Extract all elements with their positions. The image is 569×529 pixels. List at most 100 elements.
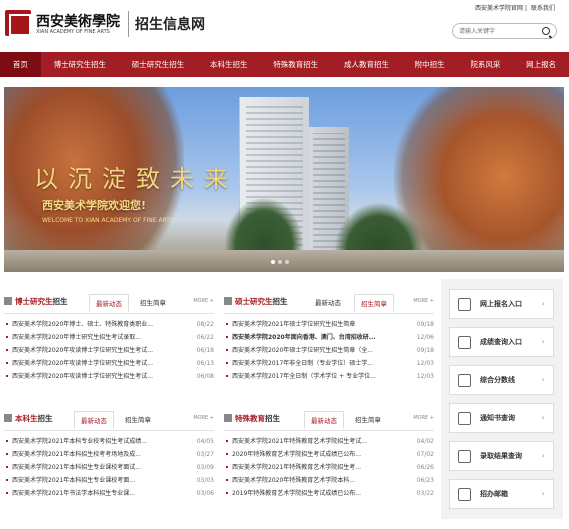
more-link[interactable]: MORE + (413, 298, 434, 304)
panel-title: 硕士研究生招生 (235, 297, 288, 306)
list-item[interactable]: 西安美术学院2020年面向香港、澳门、台湾招收研... 12/06 (224, 331, 434, 344)
list-item[interactable]: 西安美术学院2021年本科招生专业课校考面试... 03/09 (4, 461, 214, 474)
list-item[interactable]: 西安美术学院2020年博士研究生招生考试录取... 06/22 (4, 331, 214, 344)
nav-home[interactable]: 首页 (0, 52, 41, 77)
tab-admission-guide[interactable]: 招生简章 (354, 294, 394, 312)
hero-banner[interactable]: 以沉淀致未来 西安美术学院欢迎您! WELCOME TO XIAN ACADEM… (4, 87, 564, 272)
admission-result-button[interactable]: 录取结果查询 › (449, 441, 554, 471)
bullet-icon (6, 440, 8, 442)
list-item[interactable]: 2020年特殊教育艺术学院招生考试成绩已公布... 07/02 (224, 448, 434, 461)
list-item[interactable]: 西安美术学院2020年博士、硕士、特殊教育类职业... 08/22 (4, 318, 214, 331)
banner-welcome-en: WELCOME TO XIAN ACADEMY OF FINE ARTS (42, 217, 174, 224)
top-links: 西安美术学院官网 | 联系我们 (475, 5, 555, 12)
nav-master-admission[interactable]: 硕士研究生招生 (119, 52, 197, 77)
site-title[interactable]: 招生信息网 (135, 14, 205, 34)
panel-title: 博士研究生招生 (15, 297, 68, 306)
panel-header: 硕士研究生招生 最新动态 招生简章 MORE + (224, 292, 434, 314)
carousel-dot[interactable] (285, 260, 289, 264)
list-item[interactable]: 西安美术学院2021年本科招生校考考场地及成... 03/27 (4, 448, 214, 461)
news-list: 西安美术学院2021年特殊教育艺术学院招生考试... 04/02 2020年特殊教… (224, 435, 434, 500)
more-link[interactable]: MORE + (193, 415, 214, 421)
phd-panel: 博士研究生招生 最新动态 招生简章 MORE + 西安美术学院2020年博士、硕… (4, 292, 214, 412)
percent-icon (458, 374, 471, 387)
bullet-icon (226, 323, 228, 325)
special-education-panel: 特殊教育招生 最新动态 招生简章 MORE + 西安美术学院2021年特殊教育艺… (224, 409, 434, 529)
search-box (452, 23, 557, 39)
bullet-icon (6, 336, 8, 338)
nav-online-registration[interactable]: 网上报名 (513, 52, 569, 77)
chevron-right-icon: › (541, 489, 545, 498)
more-link[interactable]: MORE + (193, 298, 214, 304)
list-item[interactable]: 西安美术学院2021年特殊教育艺术学院招生考试... 04/02 (224, 435, 434, 448)
list-item[interactable]: 西安美术学院2021年书法学本科招生专业课... 03/06 (4, 487, 214, 500)
list-item[interactable]: 西安美术学院2020年攻读博士学位研究生招生考试... 06/18 (4, 344, 214, 357)
bullet-icon (226, 336, 228, 338)
nav-special-education[interactable]: 特殊教育招生 (260, 52, 331, 77)
nav-phd-admission[interactable]: 博士研究生招生 (41, 52, 119, 77)
search-icon[interactable] (542, 27, 550, 35)
nav-departments[interactable]: 院系风采 (458, 52, 514, 77)
quick-links-sidebar: 网上报名入口 › 成绩查询入口 › 综合分数线 › 通知书查询 › 录取结果查询 › 招办… (441, 279, 563, 519)
bullet-icon (226, 466, 228, 468)
online-registration-button[interactable]: 网上报名入口 › (449, 289, 554, 319)
bullet-icon (6, 323, 8, 325)
chevron-right-icon: › (541, 375, 545, 384)
bullet-icon (6, 479, 8, 481)
search-input[interactable] (459, 26, 535, 37)
chevron-right-icon: › (541, 299, 545, 308)
list-icon (4, 297, 12, 305)
list-item[interactable]: 西安美术学院2021年本科招生专业课校考面... 03/03 (4, 474, 214, 487)
user-search-icon (458, 450, 471, 463)
list-item[interactable]: 西安美术学院2020年特殊教育艺术学院本科... 06/23 (224, 474, 434, 487)
nav-affiliated-school[interactable]: 附中招生 (402, 52, 458, 77)
mail-icon (458, 488, 471, 501)
list-item[interactable]: 西安美术学院2017年全日制（学术学位 + 专业学位... 12/03 (224, 370, 434, 383)
tab-latest-news[interactable]: 最新动态 (89, 294, 129, 312)
nav-undergrad-admission[interactable]: 本科生招生 (197, 52, 260, 77)
list-icon (224, 297, 232, 305)
carousel-dot[interactable] (271, 260, 275, 264)
score-query-button[interactable]: 成绩查询入口 › (449, 327, 554, 357)
tab-latest-news[interactable]: 最新动态 (309, 294, 347, 312)
bullet-icon (226, 375, 228, 377)
list-item[interactable]: 西安美术学院2020年攻读博士学位研究生招生考试... 06/13 (4, 357, 214, 370)
school-name-en: XIAN ACADEMY OF FINE ARTS (36, 29, 110, 35)
more-link[interactable]: MORE + (413, 415, 434, 421)
chevron-right-icon: › (541, 451, 545, 460)
school-name-logo[interactable]: 西安美術學院 (36, 11, 120, 31)
panel-title: 本科生招生 (15, 414, 53, 423)
list-item[interactable]: 西安美术学院2021年硕士学位研究生招生简章 09/18 (224, 318, 434, 331)
list-item[interactable]: 西安美术学院2021年本科专业校考招生考试成绩... 04/05 (4, 435, 214, 448)
nav-adult-education[interactable]: 成人教育招生 (331, 52, 402, 77)
school-seal-icon (5, 10, 31, 36)
bullet-icon (226, 492, 228, 494)
tab-latest-news[interactable]: 最新动态 (74, 411, 114, 429)
bullet-icon (6, 375, 8, 377)
bullet-icon (6, 453, 8, 455)
bullet-icon (6, 349, 8, 351)
banner-slogan: 以沉淀致未来 (34, 165, 238, 193)
bullet-icon (226, 440, 228, 442)
tab-latest-news[interactable]: 最新动态 (304, 411, 344, 429)
list-item[interactable]: 2019年特殊教育艺术学院招生考试成绩已公布... 03/22 (224, 487, 434, 500)
carousel-dot[interactable] (278, 260, 282, 264)
chevron-right-icon: › (541, 413, 545, 422)
link-contact-us[interactable]: 联系我们 (531, 5, 555, 12)
tab-admission-guide[interactable]: 招生简章 (134, 294, 172, 312)
bullet-icon (6, 492, 8, 494)
panel-header: 博士研究生招生 最新动态 招生简章 MORE + (4, 292, 214, 314)
link-official-site[interactable]: 西安美术学院官网 (475, 5, 523, 12)
list-item[interactable]: 西安美术学院2017年非全日制（专业学位）硕士学... 12/03 (224, 357, 434, 370)
tab-admission-guide[interactable]: 招生简章 (349, 411, 387, 429)
site-header: 西安美術學院 XIAN ACADEMY OF FINE ARTS 招生信息网 西… (0, 0, 569, 50)
tab-admission-guide[interactable]: 招生简章 (119, 411, 157, 429)
list-item[interactable]: 西安美术学院2021年特殊教育艺术学院招生考... 06/26 (224, 461, 434, 474)
notice-query-button[interactable]: 通知书查询 › (449, 403, 554, 433)
panel-title: 特殊教育招生 (235, 414, 280, 423)
list-item[interactable]: 西安美术学院2020年攻读博士学位研究生招生考试... 06/08 (4, 370, 214, 383)
list-item[interactable]: 西安美术学院2020年硕士学位研究生招生简章（全... 09/18 (224, 344, 434, 357)
list-icon (4, 414, 12, 422)
score-line-button[interactable]: 综合分数线 › (449, 365, 554, 395)
news-list: 西安美术学院2020年博士、硕士、特殊教育类职业... 08/22 西安美术学院2… (4, 318, 214, 383)
admission-email-button[interactable]: 招办邮箱 › (449, 479, 554, 509)
